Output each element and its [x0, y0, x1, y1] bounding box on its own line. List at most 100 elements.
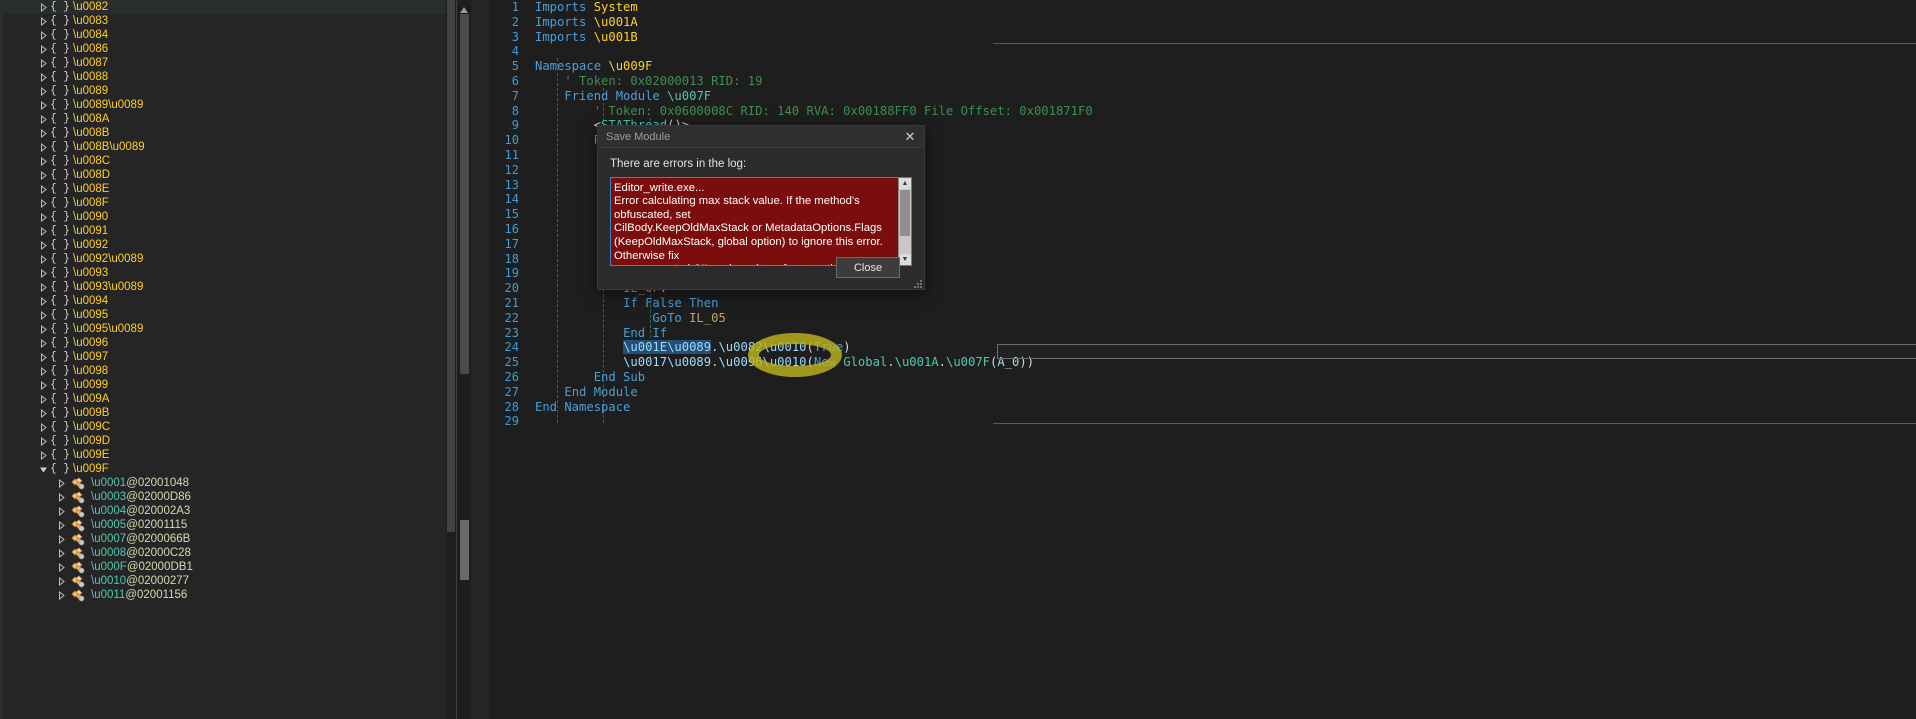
- tree-item[interactable]: { } \u008D: [0, 168, 452, 182]
- close-icon[interactable]: ✕: [896, 126, 924, 147]
- chevron-right-icon[interactable]: [38, 280, 49, 294]
- chevron-right-icon[interactable]: [38, 266, 49, 280]
- chevron-right-icon[interactable]: [38, 336, 49, 350]
- chevron-right-icon[interactable]: [38, 0, 49, 14]
- chevron-right-icon[interactable]: [38, 406, 49, 420]
- tree-item[interactable]: { } \u0095\u0089: [0, 322, 452, 336]
- editor-scrollbar-thumb-secondary[interactable]: [460, 520, 469, 580]
- editor-scrollbar-thumb[interactable]: [460, 14, 469, 374]
- code-line[interactable]: 26 End Sub: [489, 370, 1916, 385]
- chevron-right-icon[interactable]: [38, 140, 49, 154]
- code-line[interactable]: 7 Friend Module \u007F: [489, 89, 1916, 104]
- code-line[interactable]: 28 End Namespace: [489, 400, 1916, 415]
- tree-item[interactable]: \u0001 @02001048: [0, 476, 452, 490]
- close-button[interactable]: Close: [836, 257, 900, 278]
- chevron-right-icon[interactable]: [38, 70, 49, 84]
- chevron-right-icon[interactable]: [38, 182, 49, 196]
- chevron-right-icon[interactable]: [56, 560, 67, 574]
- tree-item[interactable]: { } \u0089\u0089: [0, 98, 452, 112]
- chevron-right-icon[interactable]: [56, 532, 67, 546]
- chevron-right-icon[interactable]: [38, 322, 49, 336]
- tree-item[interactable]: { } \u0092\u0089: [0, 252, 452, 266]
- scroll-up-icon[interactable]: ▲: [899, 178, 911, 189]
- tree-item[interactable]: { } \u008F: [0, 196, 452, 210]
- tree-item[interactable]: \u0004 @020002A3: [0, 504, 452, 518]
- chevron-right-icon[interactable]: [38, 56, 49, 70]
- chevron-right-icon[interactable]: [38, 28, 49, 42]
- tree-item[interactable]: \u0008 @02000C28: [0, 546, 452, 560]
- tree-item[interactable]: { } \u0083: [0, 14, 452, 28]
- code-line[interactable]: 8 ' Token: 0x0600008C RID: 140 RVA: 0x00…: [489, 104, 1916, 119]
- chevron-down-icon[interactable]: [38, 462, 49, 476]
- chevron-right-icon[interactable]: [38, 420, 49, 434]
- chevron-right-icon[interactable]: [38, 238, 49, 252]
- code-line[interactable]: 29: [489, 414, 1916, 429]
- chevron-right-icon[interactable]: [56, 490, 67, 504]
- chevron-right-icon[interactable]: [56, 476, 67, 490]
- chevron-right-icon[interactable]: [56, 546, 67, 560]
- tree-item[interactable]: \u0005 @02001115: [0, 518, 452, 532]
- tree-item[interactable]: { } \u0093\u0089: [0, 280, 452, 294]
- chevron-right-icon[interactable]: [38, 434, 49, 448]
- tree-item[interactable]: { } \u008B: [0, 126, 452, 140]
- code-line[interactable]: 1 Imports System: [489, 0, 1916, 15]
- code-line[interactable]: 4: [489, 44, 1916, 59]
- chevron-right-icon[interactable]: [56, 588, 67, 602]
- tree-item[interactable]: { } \u008C: [0, 154, 452, 168]
- chevron-right-icon[interactable]: [56, 518, 67, 532]
- chevron-right-icon[interactable]: [38, 448, 49, 462]
- tree-item[interactable]: { } \u0087: [0, 56, 452, 70]
- save-module-dialog[interactable]: Save Module ✕ There are errors in the lo…: [597, 125, 925, 290]
- chevron-right-icon[interactable]: [38, 112, 49, 126]
- tree-item[interactable]: { } \u0098: [0, 364, 452, 378]
- chevron-right-icon[interactable]: [38, 308, 49, 322]
- tree-item[interactable]: { } \u009A: [0, 392, 452, 406]
- tree-item[interactable]: \u0010 @02000277: [0, 574, 452, 588]
- tree-item[interactable]: { } \u0086: [0, 42, 452, 56]
- code-line[interactable]: 2 Imports \u001A: [489, 15, 1916, 30]
- tree-item[interactable]: { } \u009C: [0, 420, 452, 434]
- tree-item[interactable]: { } \u0093: [0, 266, 452, 280]
- chevron-right-icon[interactable]: [38, 126, 49, 140]
- tree-item[interactable]: { } \u0097: [0, 350, 452, 364]
- code-line[interactable]: 3 Imports \u001B: [489, 30, 1916, 45]
- tree-item[interactable]: { } \u0082: [0, 0, 452, 14]
- tree-item[interactable]: { } \u0095: [0, 308, 452, 322]
- chevron-right-icon[interactable]: [38, 154, 49, 168]
- tree-item[interactable]: { } \u0092: [0, 238, 452, 252]
- tree-item[interactable]: \u0007 @0200066B: [0, 532, 452, 546]
- code-line[interactable]: 21 If False Then: [489, 296, 1916, 311]
- scroll-up-arrow-icon[interactable]: [459, 2, 469, 13]
- chevron-right-icon[interactable]: [38, 392, 49, 406]
- tree-item[interactable]: { } \u009D: [0, 434, 452, 448]
- tree-item[interactable]: { } \u0090: [0, 210, 452, 224]
- tree-item[interactable]: { } \u009B: [0, 406, 452, 420]
- tree-item[interactable]: { } \u009F: [0, 462, 452, 476]
- tree-item[interactable]: { } \u008B\u0089: [0, 140, 452, 154]
- chevron-right-icon[interactable]: [38, 294, 49, 308]
- chevron-right-icon[interactable]: [38, 364, 49, 378]
- assembly-explorer-panel[interactable]: { } \u0082{ } \u0083{ } \u0084{ } \u0086{ } \…: [0, 0, 457, 719]
- chevron-right-icon[interactable]: [38, 14, 49, 28]
- code-line[interactable]: 22 GoTo IL_05: [489, 311, 1916, 326]
- tree-item[interactable]: { } \u0094: [0, 294, 452, 308]
- chevron-right-icon[interactable]: [56, 504, 67, 518]
- code-line[interactable]: 27 End Module: [489, 385, 1916, 400]
- tree-item[interactable]: \u000F @02000DB1: [0, 560, 452, 574]
- chevron-right-icon[interactable]: [56, 574, 67, 588]
- code-line[interactable]: 23 End If: [489, 326, 1916, 341]
- tree-item[interactable]: { } \u0089: [0, 84, 452, 98]
- tree-item[interactable]: { } \u0091: [0, 224, 452, 238]
- error-log-scrollbar-thumb[interactable]: [900, 190, 910, 236]
- chevron-right-icon[interactable]: [38, 42, 49, 56]
- tree-item[interactable]: { } \u009E: [0, 448, 452, 462]
- tree-item[interactable]: { } \u008E: [0, 182, 452, 196]
- dialog-titlebar[interactable]: Save Module ✕: [598, 126, 924, 148]
- chevron-right-icon[interactable]: [38, 168, 49, 182]
- chevron-right-icon[interactable]: [38, 378, 49, 392]
- resize-grip-icon[interactable]: [912, 278, 922, 288]
- code-editor-panel[interactable]: 1 Imports System 2 Imports \u001A 3 Imports \…: [457, 0, 1916, 719]
- chevron-right-icon[interactable]: [38, 98, 49, 112]
- tree-item[interactable]: { } \u0088: [0, 70, 452, 84]
- chevron-right-icon[interactable]: [38, 210, 49, 224]
